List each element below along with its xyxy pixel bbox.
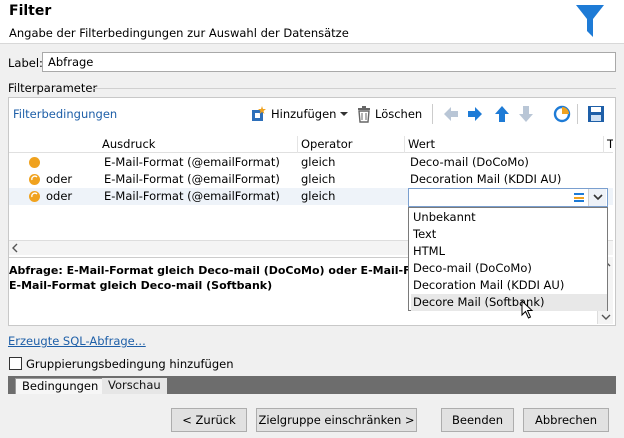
table-row[interactable]: oder E-Mail-Format (@emailFormat) gleich… — [9, 171, 613, 188]
delete-button[interactable]: Löschen — [356, 102, 422, 126]
arrow-down-icon[interactable] — [516, 104, 536, 124]
dropdown-option[interactable]: Text — [411, 226, 607, 243]
column-header-operator[interactable]: Operator — [301, 136, 352, 153]
column-header-expression[interactable]: Ausdruck — [102, 136, 155, 153]
row-operator: gleich — [301, 189, 336, 203]
label-caption: Label: — [8, 56, 43, 70]
chevron-down-icon — [340, 112, 349, 116]
back-button[interactable]: < Zurück — [171, 408, 247, 432]
dropdown-option-highlighted[interactable]: Decore Mail (Softbank) — [411, 294, 607, 311]
row-expression: E-Mail-Format (@emailFormat) — [104, 155, 280, 169]
row-logic: oder — [46, 189, 73, 203]
tab-preview[interactable]: Vorschau — [102, 378, 167, 394]
row-operator: gleich — [301, 172, 336, 186]
add-button-label: Hinzufügen — [271, 107, 337, 121]
toolbar-separator — [577, 104, 578, 124]
filter-conditions-link[interactable]: Filterbedingungen — [13, 107, 117, 121]
list-icon[interactable] — [573, 191, 585, 203]
column-header-value[interactable]: Wert — [408, 136, 435, 153]
summary-line: Abfrage: E-Mail-Format gleich Deco-mail … — [9, 264, 409, 277]
finish-button[interactable]: Beenden — [441, 408, 514, 432]
or-condition-icon — [29, 174, 40, 185]
restrict-target-button[interactable]: Zielgruppe einschränken > — [256, 408, 417, 432]
trash-icon — [358, 106, 370, 123]
query-summary-text: Abfrage: E-Mail-Format gleich Deco-mail … — [9, 263, 409, 293]
dropdown-toggle-button[interactable] — [588, 189, 606, 206]
row-value: Decoration Mail (KDDI AU) — [410, 172, 562, 186]
row-value: Deco-mail (DoCoMo) — [410, 155, 529, 169]
grouping-checkbox[interactable] — [9, 357, 22, 370]
or-condition-icon — [29, 191, 40, 202]
condition-bullet-icon — [29, 157, 40, 168]
column-header-type[interactable]: T — [607, 136, 613, 153]
scroll-down-icon[interactable] — [600, 312, 612, 322]
mouse-cursor-icon — [521, 300, 534, 319]
dropdown-option[interactable]: Unbekannt — [411, 209, 607, 226]
sql-query-link[interactable]: Erzeugte SQL-Abfrage... — [8, 334, 146, 348]
row-operator: gleich — [301, 155, 336, 169]
dropdown-option[interactable]: Decoration Mail (KDDI AU) — [411, 277, 607, 294]
label-input[interactable]: Abfrage — [42, 52, 616, 72]
delete-button-label: Löschen — [375, 107, 423, 121]
row-expression: E-Mail-Format (@emailFormat) — [104, 172, 280, 186]
filter-params-legend: Filterparameter — [8, 81, 98, 95]
divider — [92, 88, 616, 89]
grid-header: Ausdruck Operator Wert T — [9, 136, 613, 153]
dropdown-option[interactable]: Deco-mail (DoCoMo) — [411, 260, 607, 277]
grouping-checkbox-label[interactable]: Gruppierungsbedingung hinzufügen — [26, 357, 233, 371]
cancel-button[interactable]: Abbrechen — [523, 408, 609, 432]
arrow-up-icon[interactable] — [492, 104, 512, 124]
add-button[interactable]: Hinzufügen — [250, 102, 349, 126]
toolbar-separator — [432, 104, 433, 124]
row-logic: oder — [46, 172, 73, 186]
column-divider — [297, 136, 298, 153]
refresh-icon[interactable] — [552, 104, 572, 124]
column-divider — [603, 136, 604, 153]
row-expression: E-Mail-Format (@emailFormat) — [104, 189, 280, 203]
chevron-down-icon — [593, 194, 603, 201]
dialog-subtitle: Angabe der Filterbedingungen zur Auswahl… — [9, 26, 349, 40]
tab-conditions[interactable]: Bedingungen — [15, 378, 106, 394]
save-icon[interactable] — [586, 104, 606, 124]
add-condition-icon — [252, 106, 266, 121]
arrow-left-icon[interactable] — [441, 104, 461, 124]
column-divider — [404, 136, 405, 153]
dialog-title: Filter — [9, 3, 52, 19]
value-dropdown-list: Unbekannt Text HTML Deco-mail (DoCoMo) D… — [408, 207, 608, 311]
funnel-icon — [576, 5, 604, 37]
arrow-right-icon[interactable] — [465, 104, 485, 124]
table-row[interactable]: E-Mail-Format (@emailFormat) gleich Deco… — [9, 154, 613, 171]
dropdown-option[interactable]: HTML — [411, 243, 607, 260]
summary-line: E-Mail-Format gleich Deco-mail (Softbank… — [9, 279, 273, 292]
scroll-left-icon[interactable] — [9, 241, 21, 255]
